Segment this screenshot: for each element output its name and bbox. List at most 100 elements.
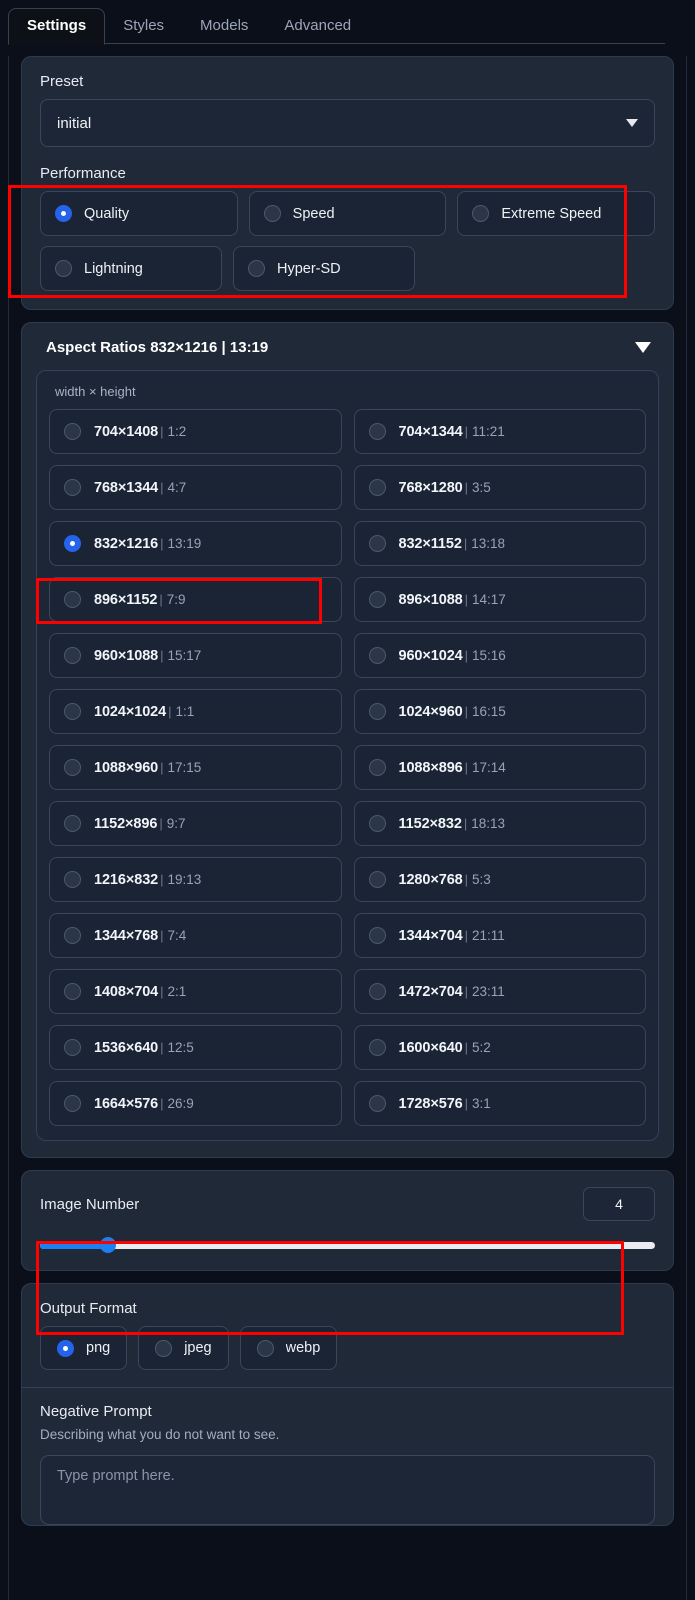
radio-icon: [55, 205, 72, 222]
aspect-ratio-option[interactable]: 1664×576 | 26:9: [49, 1081, 342, 1126]
aspect-ratio-option[interactable]: 704×1344 | 11:21: [353, 409, 646, 454]
aspect-ratio-text: 1536×640 | 12:5: [94, 1039, 194, 1057]
aspect-ratio-option[interactable]: 1408×704 | 2:1: [49, 969, 342, 1014]
aspect-ratio-option[interactable]: 1344×704 | 21:11: [353, 913, 646, 958]
aspect-ratio-option[interactable]: 896×1088 | 14:17: [353, 577, 646, 622]
aspect-ratio-text: 1088×960 | 17:15: [94, 759, 201, 777]
separator: |: [464, 423, 469, 439]
aspect-ratio-value: 1:2: [167, 423, 187, 439]
preset-dropdown[interactable]: initial: [40, 99, 655, 147]
separator: |: [160, 1095, 164, 1111]
aspect-ratio-text: 832×1152 | 13:18: [399, 535, 506, 553]
aspect-ratio-option[interactable]: 960×1024 | 15:16: [353, 633, 646, 678]
aspect-ratio-option[interactable]: 704×1408 | 1:2: [49, 409, 342, 454]
aspect-ratio-dimensions: 1728×576: [398, 1095, 463, 1112]
slider-thumb[interactable]: [99, 1237, 116, 1253]
radio-icon: [155, 1339, 173, 1357]
aspect-ratio-option[interactable]: 1344×768 | 7:4: [49, 913, 342, 958]
aspect-ratio-option[interactable]: 1024×960 | 16:15: [353, 689, 646, 734]
image-number-card: Image Number 4: [21, 1170, 674, 1271]
aspect-ratio-dimensions: 1536×640: [94, 1039, 159, 1056]
tab-bar: Settings Styles Models Advanced: [0, 0, 695, 45]
separator: |: [464, 1039, 469, 1055]
separator: |: [160, 647, 164, 663]
aspect-ratio-text: 1728×576 | 3:1: [399, 1095, 491, 1113]
aspect-ratio-text: 704×1408 | 1:2: [94, 423, 186, 441]
output-format-option-webp[interactable]: webp: [239, 1326, 338, 1370]
radio-icon: [57, 1339, 74, 1357]
aspect-ratio-dimensions: 1216×832: [94, 871, 159, 888]
separator: |: [464, 703, 469, 719]
tab-settings[interactable]: Settings: [8, 7, 106, 45]
image-number-slider[interactable]: [40, 1237, 655, 1253]
aspect-ratio-option[interactable]: 1728×576 | 3:1: [353, 1081, 646, 1126]
aspect-ratio-option[interactable]: 1152×896 | 9:7: [49, 801, 342, 846]
settings-panel: Preset initial Performance Quality Speed…: [8, 56, 687, 1600]
negative-prompt-group: Negative Prompt Describing what you do n…: [40, 1388, 655, 1525]
aspect-ratio-text: 1280×768 | 5:3: [399, 871, 491, 889]
aspect-ratios-card: Aspect Ratios 832×1216 | 13:19 width × h…: [21, 322, 674, 1158]
tab-models[interactable]: Models: [182, 9, 266, 45]
triangle-down-icon[interactable]: [635, 342, 651, 353]
aspect-ratio-option[interactable]: 896×1152 | 7:9: [49, 577, 342, 622]
radio-icon: [64, 479, 81, 496]
separator: |: [464, 983, 469, 999]
aspect-ratio-option[interactable]: 1472×704 | 23:11: [353, 969, 646, 1014]
separator: |: [160, 927, 164, 943]
aspect-ratio-option[interactable]: 1024×1024 | 1:1: [49, 689, 342, 734]
aspect-ratio-text: 896×1152 | 7:9: [94, 591, 186, 609]
radio-icon: [368, 1095, 386, 1112]
aspect-ratio-option[interactable]: 832×1216 | 13:19: [49, 521, 342, 566]
separator: |: [160, 423, 164, 439]
aspect-ratio-option[interactable]: 1088×896 | 17:14: [353, 745, 646, 790]
aspect-ratio-option[interactable]: 832×1152 | 13:18: [353, 521, 646, 566]
separator: |: [464, 591, 469, 607]
aspect-ratio-option[interactable]: 1216×832 | 19:13: [49, 857, 342, 902]
aspect-ratio-option[interactable]: 1152×832 | 18:13: [353, 801, 646, 846]
aspect-ratio-dimensions: 768×1344: [94, 479, 159, 496]
aspect-ratio-text: 1088×896 | 17:14: [399, 759, 506, 777]
output-format-option-label: png: [86, 1340, 111, 1356]
aspect-ratio-option[interactable]: 768×1280 | 3:5: [353, 465, 646, 510]
radio-icon: [368, 815, 386, 832]
aspect-ratio-value: 7:4: [167, 927, 187, 943]
performance-option-label: Lightning: [84, 260, 143, 277]
performance-option-lightning[interactable]: Lightning: [40, 246, 222, 291]
separator: |: [463, 535, 468, 551]
performance-option-extreme-speed[interactable]: Extreme Speed: [457, 191, 656, 236]
radio-icon: [64, 423, 81, 440]
tab-advanced[interactable]: Advanced: [266, 9, 369, 45]
performance-option-quality[interactable]: Quality: [40, 191, 238, 236]
output-format-option-jpeg[interactable]: jpeg: [138, 1326, 229, 1370]
aspect-ratio-option[interactable]: 1280×768 | 5:3: [353, 857, 646, 902]
separator: |: [464, 1095, 469, 1111]
output-format-option-png[interactable]: png: [40, 1326, 128, 1370]
aspect-ratio-option[interactable]: 960×1088 | 15:17: [49, 633, 342, 678]
performance-option-speed[interactable]: Speed: [248, 191, 447, 236]
aspect-ratio-value: 17:15: [167, 759, 202, 775]
output-format-options: png jpeg webp: [40, 1326, 655, 1370]
aspect-ratios-header[interactable]: Aspect Ratios 832×1216 | 13:19: [36, 337, 659, 356]
aspect-ratio-dimensions: 960×1024: [398, 647, 463, 664]
radio-icon: [64, 647, 81, 664]
performance-row-1: Quality Speed Extreme Speed: [40, 191, 656, 236]
aspect-ratio-option[interactable]: 1536×640 | 12:5: [49, 1025, 342, 1070]
chevron-down-icon: [626, 119, 638, 127]
aspect-ratio-option[interactable]: 1088×960 | 17:15: [49, 745, 342, 790]
radio-icon: [248, 260, 265, 277]
aspect-ratio-text: 832×1216 | 13:19: [94, 535, 201, 553]
performance-option-hyper-sd[interactable]: Hyper-SD: [233, 246, 415, 291]
aspect-ratio-option[interactable]: 1600×640 | 5:2: [353, 1025, 646, 1070]
radio-icon: [64, 1039, 81, 1056]
separator: |: [160, 535, 164, 551]
negative-prompt-input[interactable]: Type prompt here.: [40, 1455, 655, 1525]
separator: |: [160, 871, 164, 887]
aspect-ratios-column-label: width × height: [55, 384, 136, 399]
aspect-ratio-dimensions: 832×1152: [398, 535, 462, 552]
aspect-ratio-value: 9:7: [166, 815, 186, 831]
aspect-ratio-text: 960×1024 | 15:16: [399, 647, 506, 665]
aspect-ratio-option[interactable]: 768×1344 | 4:7: [49, 465, 342, 510]
radio-icon: [64, 703, 81, 720]
image-number-value-input[interactable]: 4: [583, 1187, 655, 1221]
tab-styles[interactable]: Styles: [105, 9, 182, 45]
